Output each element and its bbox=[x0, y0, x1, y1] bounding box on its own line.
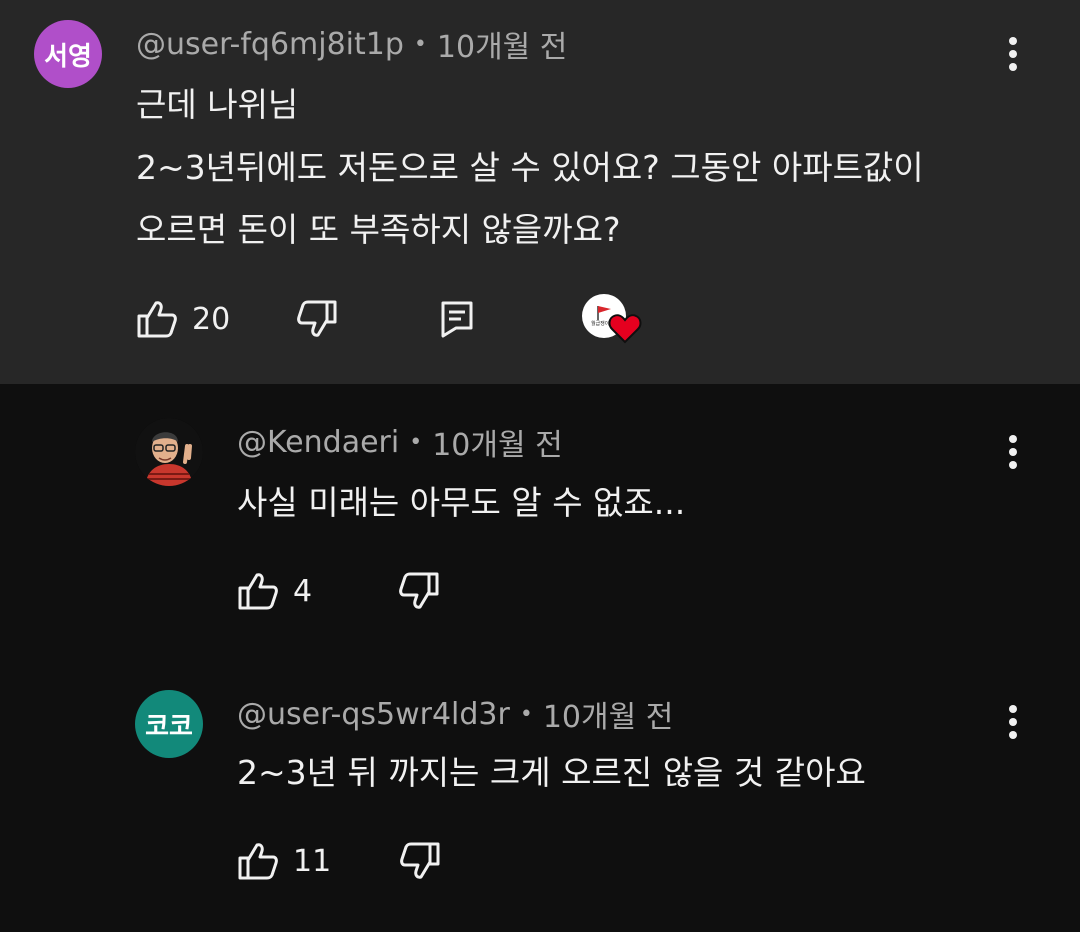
comment-actions: 4 bbox=[237, 566, 440, 616]
comment-time[interactable]: 10개월 전 bbox=[432, 420, 563, 464]
comment-text-line: 2~3년뒤에도 저돈으로 살 수 있어요? 그동안 아파트값이 bbox=[136, 148, 924, 187]
avatar[interactable]: 코코 bbox=[135, 690, 203, 758]
like-count: 20 bbox=[192, 301, 231, 337]
thumb-up-icon bbox=[238, 843, 278, 880]
dislike-button[interactable] bbox=[398, 571, 440, 611]
comment-author[interactable]: @Kendaeri bbox=[237, 425, 399, 460]
heart-icon bbox=[608, 314, 642, 344]
like-button[interactable]: 20 bbox=[136, 299, 230, 339]
comment-text-line: 2~3년 뒤 까지는 크게 오르진 않을 것 같아요 bbox=[237, 753, 866, 792]
comment-time[interactable]: 10개월 전 bbox=[437, 22, 568, 66]
comment-author[interactable]: @user-fq6mj8it1p bbox=[136, 27, 404, 62]
thumb-down-icon bbox=[297, 300, 337, 337]
meta-separator: • bbox=[409, 429, 423, 455]
creator-heart-badge: 월급쟁이 TV bbox=[582, 294, 644, 344]
more-options-button[interactable] bbox=[993, 422, 1033, 482]
comment-meta: @Kendaeri • 10개월 전 bbox=[237, 420, 563, 464]
dislike-button[interactable] bbox=[296, 299, 338, 339]
dislike-button[interactable] bbox=[399, 841, 441, 881]
thumb-down-icon bbox=[399, 572, 439, 609]
meta-separator: • bbox=[413, 31, 427, 57]
comment-text-line: 오르면 돈이 또 부족하지 않을까요? bbox=[136, 210, 621, 249]
like-button[interactable]: 11 bbox=[237, 841, 331, 881]
reply-comment: 코코 @user-qs5wr4ld3r • 10개월 전 2~3년 뒤 까지는 … bbox=[0, 646, 1080, 932]
comment-actions: 20 월급쟁이 TV bbox=[136, 294, 644, 344]
reply-button[interactable] bbox=[440, 300, 474, 338]
avatar[interactable] bbox=[135, 418, 203, 486]
comment-highlighted: 서영 @user-fq6mj8it1p • 10개월 전 근데 나위님 2~3년… bbox=[0, 0, 1080, 384]
thumb-down-icon bbox=[400, 842, 440, 879]
avatar-initials: 서영 bbox=[44, 41, 92, 72]
comment-text-line: 근데 나위님 bbox=[136, 85, 299, 124]
thumb-up-icon bbox=[238, 573, 278, 610]
more-vert-icon bbox=[1009, 435, 1017, 469]
comment-meta: @user-fq6mj8it1p • 10개월 전 bbox=[136, 22, 567, 66]
more-vert-icon bbox=[1009, 705, 1017, 739]
reply-comment: @Kendaeri • 10개월 전 사실 미래는 아무도 알 수 없죠... … bbox=[0, 384, 1080, 646]
avatar[interactable]: 서영 bbox=[34, 20, 102, 88]
reply-comment-icon bbox=[441, 301, 473, 338]
cartoon-man-avatar-icon bbox=[135, 418, 203, 486]
thumb-up-icon bbox=[137, 301, 177, 338]
comment-text-line: 사실 미래는 아무도 알 수 없죠... bbox=[237, 483, 686, 522]
meta-separator: • bbox=[519, 701, 533, 727]
comment-author[interactable]: @user-qs5wr4ld3r bbox=[237, 697, 510, 732]
more-options-button[interactable] bbox=[993, 24, 1033, 84]
like-count: 4 bbox=[293, 573, 313, 609]
like-count: 11 bbox=[293, 843, 332, 879]
more-options-button[interactable] bbox=[993, 692, 1033, 752]
comment-time[interactable]: 10개월 전 bbox=[543, 692, 674, 736]
like-button[interactable]: 4 bbox=[237, 571, 312, 611]
comment-meta: @user-qs5wr4ld3r • 10개월 전 bbox=[237, 692, 673, 736]
avatar-initials: 코코 bbox=[145, 711, 193, 742]
more-vert-icon bbox=[1009, 37, 1017, 71]
comment-actions: 11 bbox=[237, 836, 441, 886]
